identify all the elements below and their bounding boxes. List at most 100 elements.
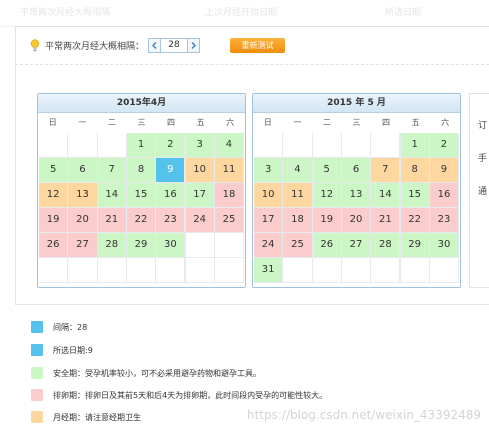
calendar-day[interactable]: 18: [283, 208, 312, 232]
calendar-day[interactable]: 11: [283, 183, 312, 207]
lightbulb-icon: [30, 38, 40, 51]
calendar-day[interactable]: 30: [429, 233, 459, 257]
calendar-day[interactable]: 17: [254, 208, 283, 232]
calendar-day[interactable]: 7: [97, 158, 126, 182]
calendar-day[interactable]: 13: [68, 183, 97, 207]
calendar-day[interactable]: 10: [185, 158, 214, 182]
calendar-day[interactable]: 16: [156, 183, 185, 207]
cycle-increase-button[interactable]: [187, 37, 201, 53]
calendar-empty-cell: [312, 133, 341, 157]
calendar-day[interactable]: 24: [185, 208, 214, 232]
calendar-day[interactable]: 12: [312, 183, 341, 207]
calendar-day[interactable]: 27: [68, 233, 97, 257]
legend-selected-date: 所选日期:9: [31, 344, 93, 356]
calendar-may-weekdays: 日 一 二 三 四 五 六: [253, 113, 460, 133]
side-panel: 订 手 通: [469, 93, 489, 288]
calendar-day[interactable]: 2: [156, 133, 185, 157]
calendar-day[interactable]: 23: [429, 208, 459, 232]
calendar-day[interactable]: 11: [214, 158, 244, 182]
calendar-empty-cell: [68, 133, 97, 157]
calendar-day[interactable]: 22: [126, 208, 156, 232]
calendar-day[interactable]: 20: [68, 208, 97, 232]
calendar-day[interactable]: 3: [185, 133, 214, 157]
calendar-day[interactable]: 2: [429, 133, 459, 157]
calendar-day[interactable]: 29: [400, 233, 429, 257]
calendar-day[interactable]: 19: [312, 208, 341, 232]
calendar-day[interactable]: 27: [341, 233, 371, 257]
weekday-tue: 二: [322, 118, 331, 127]
weekday-sat: 六: [441, 118, 450, 127]
legend-swatch-menstrual: [31, 411, 43, 423]
calendar-day[interactable]: 28: [97, 233, 126, 257]
calendar-empty-cell: [312, 258, 341, 282]
calendar-day[interactable]: 7: [371, 158, 400, 182]
retest-button[interactable]: 重新测试: [230, 37, 286, 53]
calendar-day[interactable]: 14: [371, 183, 400, 207]
calendar-day[interactable]: 12: [39, 183, 68, 207]
calendar-day[interactable]: 6: [341, 158, 371, 182]
calendar-day[interactable]: 6: [68, 158, 97, 182]
calendar-day[interactable]: 18: [214, 183, 244, 207]
legend-ovulation-period: 排卵期：排卵日及其前5天和后4天为排卵期，此时间段内受孕的可能性较大。: [31, 389, 327, 401]
calendar-may-title: 2015 年 5 月: [253, 94, 460, 113]
legend-swatch-ovulation: [31, 389, 43, 401]
legend-safe-period: 安全期：受孕机率较小，可不必采用避孕药物和避孕工具。: [31, 367, 261, 379]
calendar-day[interactable]: 4: [214, 133, 244, 157]
calendar-day[interactable]: 15: [400, 183, 429, 207]
calendar-day[interactable]: 8: [126, 158, 156, 182]
calendar-empty-cell: [371, 258, 400, 282]
calendar-empty-cell: [185, 233, 214, 257]
faint-title-mid: 上次月经开始日期: [205, 8, 278, 18]
legend-selected-text: 所选日期:9: [53, 345, 93, 355]
calendar-day[interactable]: 13: [341, 183, 371, 207]
calendar-day[interactable]: 21: [371, 208, 400, 232]
weekday-wed: 三: [352, 118, 361, 127]
calendar-day[interactable]: 28: [371, 233, 400, 257]
calendar-day[interactable]: 29: [126, 233, 156, 257]
legend-interval-text: 间隔：28: [53, 322, 88, 332]
cycle-decrease-button[interactable]: [148, 37, 162, 53]
calendar-empty-cell: [400, 258, 429, 282]
calendar-day[interactable]: 25: [214, 208, 244, 232]
legend-ovulation-text: 排卵期：排卵日及其前5天和后4天为排卵期，此时间段内受孕的可能性较大。: [53, 390, 328, 400]
calendar-day[interactable]: 5: [312, 158, 341, 182]
calendar-day[interactable]: 3: [254, 158, 283, 182]
calendar-empty-cell: [214, 258, 244, 282]
weekday-mon: 一: [293, 118, 302, 127]
calendar-day[interactable]: 21: [97, 208, 126, 232]
calendar-day[interactable]: 15: [126, 183, 156, 207]
calendar-day[interactable]: 20: [341, 208, 371, 232]
calendar-day[interactable]: 26: [39, 233, 68, 257]
calendar-empty-cell: [156, 258, 185, 282]
calendar-day[interactable]: 30: [156, 233, 185, 257]
calendar-day[interactable]: 1: [400, 133, 429, 157]
calendar-day[interactable]: 4: [283, 158, 312, 182]
calendar-day[interactable]: 10: [254, 183, 283, 207]
calendar-day[interactable]: 25: [283, 233, 312, 257]
legend-menstrual-text: 月经期：请注意经期卫生: [53, 412, 141, 422]
weekday-fri: 五: [411, 118, 420, 127]
calendar-day[interactable]: 31: [254, 258, 283, 282]
weekday-sun: 日: [263, 118, 272, 127]
legend-swatch-safe: [31, 367, 43, 379]
calendar-day[interactable]: 23: [156, 208, 185, 232]
calendar-day[interactable]: 24: [254, 233, 283, 257]
calendar-day[interactable]: 16: [429, 183, 459, 207]
calendar-day[interactable]: 26: [312, 233, 341, 257]
calendar-day[interactable]: 22: [400, 208, 429, 232]
calendar-empty-cell: [283, 133, 312, 157]
calendar-may: 2015 年 5 月 日 一 二 三 四 五 六 1 2 3 4 5 6 7 8 9 10 11 12…: [252, 93, 461, 288]
side-panel-text-2: 手: [478, 154, 488, 164]
chevron-left-icon: [152, 41, 157, 49]
calendar-day[interactable]: 5: [39, 158, 68, 182]
calendar-day[interactable]: 8: [400, 158, 429, 182]
calendar-day[interactable]: 1: [126, 133, 156, 157]
legend-swatch-selected: [31, 344, 43, 356]
calendar-day[interactable]: 9: [156, 158, 185, 182]
calendar-day[interactable]: 14: [97, 183, 126, 207]
calendar-day[interactable]: 9: [429, 158, 459, 182]
calendar-day[interactable]: 17: [185, 183, 214, 207]
cycle-length-input[interactable]: 28: [161, 37, 188, 53]
calendar-day[interactable]: 19: [39, 208, 68, 232]
calendar-april-weekdays: 日 一 二 三 四 五 六: [38, 113, 245, 133]
